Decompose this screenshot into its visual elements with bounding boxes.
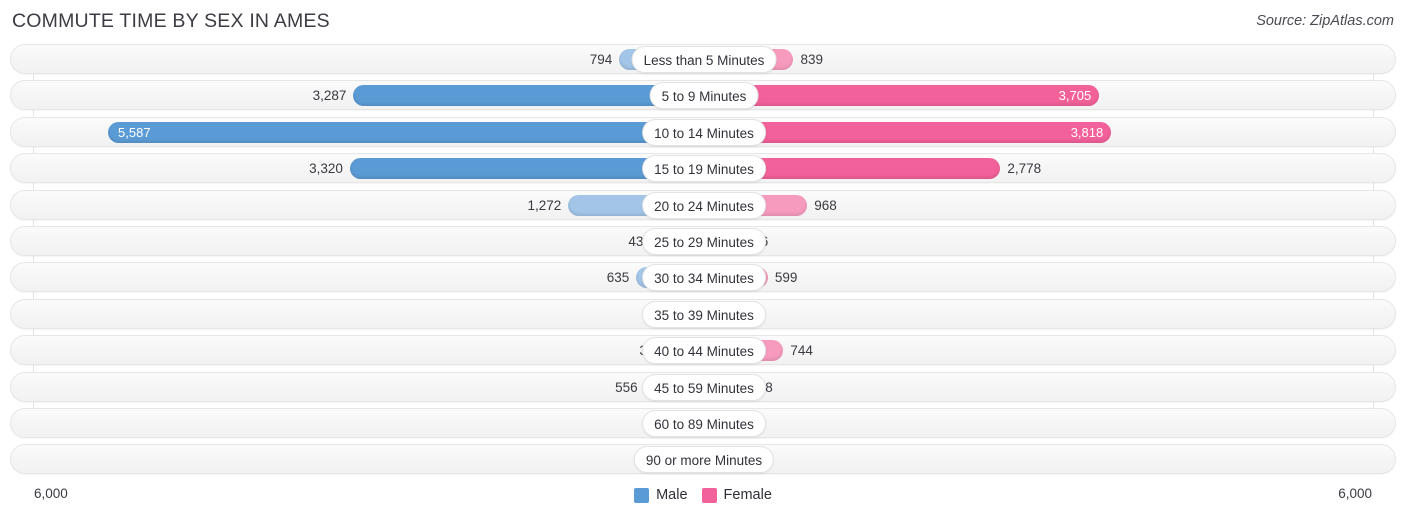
chart-legend: Male Female	[0, 487, 1406, 503]
legend-label-male: Male	[656, 487, 688, 503]
legend-item-female[interactable]: Female	[701, 487, 772, 503]
bar-row[interactable]: 3,287 3,705 5 to 9 Minutes	[10, 80, 1396, 111]
legend-item-male[interactable]: Male	[634, 487, 688, 503]
bar-row[interactable]: 30414060 to 89 Minutes	[10, 407, 1396, 438]
value-label-male: 5,587	[118, 124, 151, 140]
category-label[interactable]: 30 to 34 Minutes	[642, 264, 766, 292]
bar-row[interactable]: 794 839 Less than 5 Minutes	[10, 44, 1396, 74]
category-label[interactable]: 45 to 59 Minutes	[642, 373, 766, 401]
value-label-female: 3,705	[1058, 88, 1092, 104]
category-label[interactable]: Less than 5 Minutes	[631, 46, 777, 73]
category-label[interactable]: 40 to 44 Minutes	[642, 337, 766, 365]
value-label-female: 2,778	[1007, 161, 1042, 177]
value-label-female: 839	[800, 52, 824, 67]
chart-header: COMMUTE TIME BY SEX IN AMES Source: ZipA…	[0, 0, 1406, 44]
bar-row[interactable]: 1,272 968 20 to 24 Minutes	[10, 189, 1396, 220]
category-label[interactable]: 60 to 89 Minutes	[642, 409, 766, 437]
value-label-male: 266	[11, 300, 669, 329]
bar-rows: 794 839 Less than 5 Minutes 3,287 3,705 5 to …	[0, 44, 1406, 481]
value-label-male: 123	[11, 445, 683, 474]
value-label-male: 556	[615, 379, 638, 395]
bar-male[interactable]	[108, 121, 704, 143]
category-label[interactable]: 15 to 19 Minutes	[642, 155, 766, 183]
category-label[interactable]: 10 to 14 Minutes	[642, 118, 766, 146]
page-title: COMMUTE TIME BY SEX IN AMES	[12, 10, 330, 32]
value-label-female: 599	[774, 270, 798, 286]
value-label-male: 1,272	[527, 197, 562, 213]
source-attribution: Source: ZipAtlas.com	[1256, 13, 1394, 29]
bar-row[interactable]: 329 744 40 to 44 Minutes	[10, 335, 1396, 366]
bar-row[interactable]: 1239590 or more Minutes	[10, 444, 1396, 475]
bar-row[interactable]: 55636845 to 59 Minutes	[10, 371, 1396, 402]
value-label-male: 3,287	[312, 88, 347, 104]
bar-row[interactable]: 26616835 to 39 Minutes	[10, 298, 1396, 329]
category-label[interactable]: 90 or more Minutes	[633, 446, 775, 474]
legend-swatch-male-icon	[634, 487, 650, 503]
value-label-male: 304	[11, 409, 665, 438]
category-label[interactable]: 25 to 29 Minutes	[642, 227, 766, 255]
value-label-female: 968	[814, 197, 837, 213]
value-label-female: 744	[790, 343, 813, 359]
value-label-male: 329	[11, 336, 662, 365]
value-label-male: 635	[606, 270, 630, 286]
value-label-male: 794	[589, 52, 613, 67]
bar-row[interactable]: 43232625 to 29 Minutes	[10, 225, 1396, 256]
bar-row[interactable]: 635 599 30 to 34 Minutes	[10, 262, 1396, 293]
category-label[interactable]: 20 to 24 Minutes	[642, 191, 766, 219]
legend-label-female: Female	[723, 487, 772, 503]
category-label[interactable]: 35 to 39 Minutes	[642, 300, 766, 328]
bar-row[interactable]: 5,587 3,818 10 to 14 Minutes	[10, 116, 1396, 147]
value-label-male: 432	[628, 233, 651, 249]
value-label-male: 3,320	[309, 161, 343, 177]
category-label[interactable]: 5 to 9 Minutes	[649, 82, 759, 110]
value-label-female: 3,818	[1070, 124, 1104, 140]
chart-plot-area: 794 839 Less than 5 Minutes 3,287 3,705 5 to …	[0, 44, 1406, 503]
bar-female[interactable]	[704, 85, 1100, 107]
legend-swatch-female-icon	[701, 487, 717, 503]
bar-row[interactable]: 3,320 2,778 15 to 19 Minutes	[10, 153, 1396, 184]
